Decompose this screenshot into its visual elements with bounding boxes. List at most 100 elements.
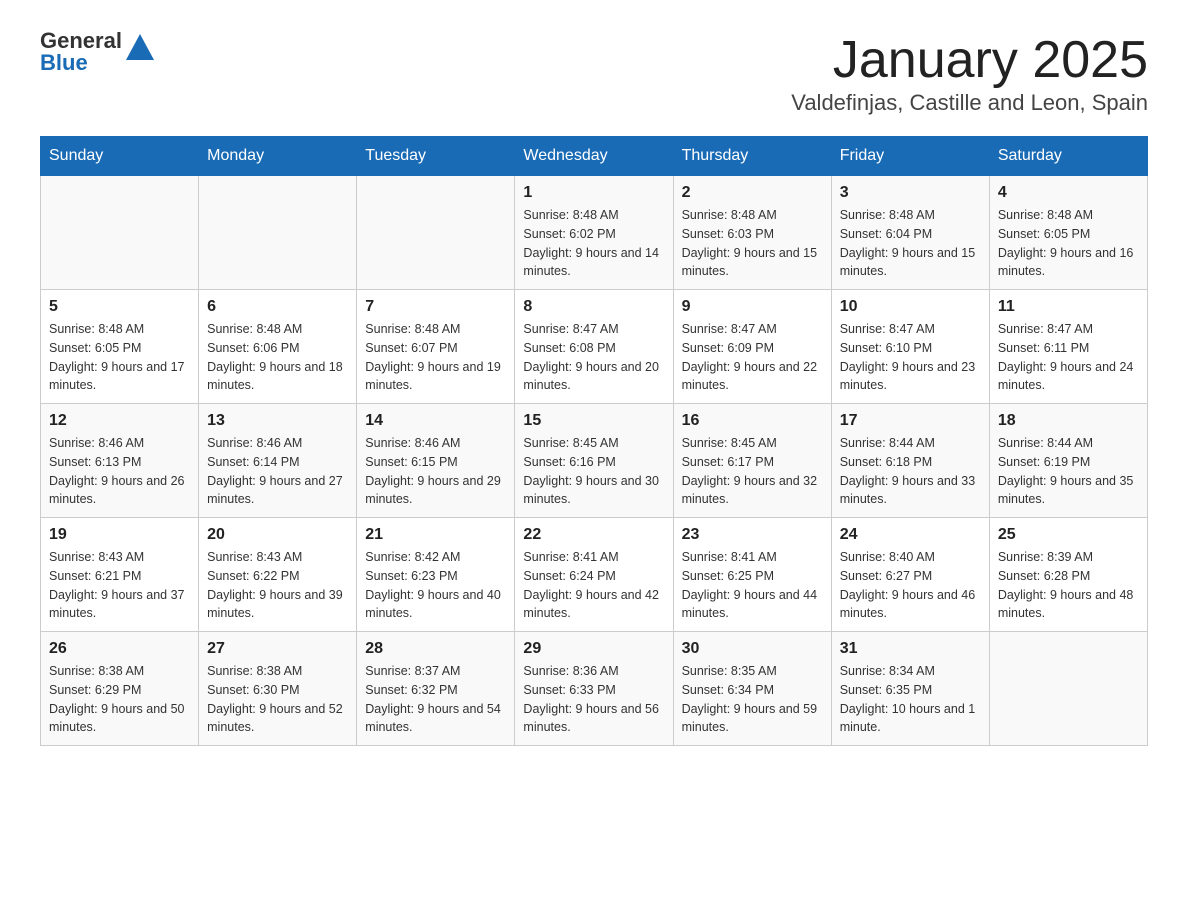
calendar-day-cell: 23 Sunrise: 8:41 AM Sunset: 6:25 PM Dayli… [673, 518, 831, 632]
day-info: Sunrise: 8:43 AM Sunset: 6:21 PM Dayligh… [49, 548, 190, 623]
calendar-week-row: 19 Sunrise: 8:43 AM Sunset: 6:21 PM Dayli… [41, 518, 1148, 632]
calendar-week-row: 12 Sunrise: 8:46 AM Sunset: 6:13 PM Dayli… [41, 404, 1148, 518]
day-number: 8 [523, 298, 664, 316]
day-info: Sunrise: 8:48 AM Sunset: 6:05 PM Dayligh… [998, 206, 1139, 281]
day-number: 2 [682, 184, 823, 202]
day-number: 7 [365, 298, 506, 316]
day-info: Sunrise: 8:39 AM Sunset: 6:28 PM Dayligh… [998, 548, 1139, 623]
page-title: January 2025 [791, 30, 1148, 90]
day-info: Sunrise: 8:43 AM Sunset: 6:22 PM Dayligh… [207, 548, 348, 623]
day-info: Sunrise: 8:34 AM Sunset: 6:35 PM Dayligh… [840, 662, 981, 737]
page-subtitle: Valdefinjas, Castille and Leon, Spain [791, 90, 1148, 116]
calendar-day-cell [41, 176, 199, 290]
day-number: 17 [840, 412, 981, 430]
day-number: 6 [207, 298, 348, 316]
day-number: 23 [682, 526, 823, 544]
calendar-day-cell: 7 Sunrise: 8:48 AM Sunset: 6:07 PM Daylig… [357, 290, 515, 404]
day-info: Sunrise: 8:48 AM Sunset: 6:06 PM Dayligh… [207, 320, 348, 395]
calendar-day-cell: 18 Sunrise: 8:44 AM Sunset: 6:19 PM Dayli… [989, 404, 1147, 518]
calendar-day-header: Wednesday [515, 137, 673, 176]
day-info: Sunrise: 8:42 AM Sunset: 6:23 PM Dayligh… [365, 548, 506, 623]
calendar-day-cell: 6 Sunrise: 8:48 AM Sunset: 6:06 PM Daylig… [199, 290, 357, 404]
calendar-day-cell: 22Sunrise: 8:41 AM Sunset: 6:24 PM Dayli… [515, 518, 673, 632]
day-number: 15 [523, 412, 664, 430]
day-info: Sunrise: 8:48 AM Sunset: 6:05 PM Dayligh… [49, 320, 190, 395]
day-info: Sunrise: 8:47 AM Sunset: 6:09 PM Dayligh… [682, 320, 823, 395]
calendar-day-cell: 24Sunrise: 8:40 AM Sunset: 6:27 PM Dayli… [831, 518, 989, 632]
day-info: Sunrise: 8:47 AM Sunset: 6:08 PM Dayligh… [523, 320, 664, 395]
calendar-day-cell: 4 Sunrise: 8:48 AM Sunset: 6:05 PM Daylig… [989, 176, 1147, 290]
day-number: 13 [207, 412, 348, 430]
day-info: Sunrise: 8:48 AM Sunset: 6:02 PM Dayligh… [523, 206, 664, 281]
calendar-day-cell: 2Sunrise: 8:48 AM Sunset: 6:03 PM Daylig… [673, 176, 831, 290]
day-info: Sunrise: 8:47 AM Sunset: 6:10 PM Dayligh… [840, 320, 981, 395]
day-number: 14 [365, 412, 506, 430]
day-number: 10 [840, 298, 981, 316]
day-info: Sunrise: 8:37 AM Sunset: 6:32 PM Dayligh… [365, 662, 506, 737]
day-info: Sunrise: 8:44 AM Sunset: 6:18 PM Dayligh… [840, 434, 981, 509]
day-number: 31 [840, 640, 981, 658]
day-number: 3 [840, 184, 981, 202]
day-info: Sunrise: 8:46 AM Sunset: 6:14 PM Dayligh… [207, 434, 348, 509]
calendar-week-row: 26Sunrise: 8:38 AM Sunset: 6:29 PM Dayli… [41, 632, 1148, 746]
day-info: Sunrise: 8:38 AM Sunset: 6:30 PM Dayligh… [207, 662, 348, 737]
logo-text: General Blue [40, 30, 122, 74]
day-number: 27 [207, 640, 348, 658]
day-number: 4 [998, 184, 1139, 202]
calendar-day-cell: 3 Sunrise: 8:48 AM Sunset: 6:04 PM Daylig… [831, 176, 989, 290]
calendar-day-cell: 28Sunrise: 8:37 AM Sunset: 6:32 PM Dayli… [357, 632, 515, 746]
calendar-day-header: Thursday [673, 137, 831, 176]
calendar-day-cell [989, 632, 1147, 746]
calendar-day-cell [357, 176, 515, 290]
day-info: Sunrise: 8:45 AM Sunset: 6:17 PM Dayligh… [682, 434, 823, 509]
calendar-day-cell: 12 Sunrise: 8:46 AM Sunset: 6:13 PM Dayli… [41, 404, 199, 518]
calendar-day-cell: 20Sunrise: 8:43 AM Sunset: 6:22 PM Dayli… [199, 518, 357, 632]
day-number: 30 [682, 640, 823, 658]
calendar-day-cell: 27 Sunrise: 8:38 AM Sunset: 6:30 PM Dayli… [199, 632, 357, 746]
calendar-day-cell: 25Sunrise: 8:39 AM Sunset: 6:28 PM Dayli… [989, 518, 1147, 632]
logo-triangle-icon [126, 34, 154, 65]
day-number: 19 [49, 526, 190, 544]
logo-general: General [40, 30, 122, 52]
day-info: Sunrise: 8:48 AM Sunset: 6:07 PM Dayligh… [365, 320, 506, 395]
calendar-day-cell [199, 176, 357, 290]
calendar-day-cell: 15 Sunrise: 8:45 AM Sunset: 6:16 PM Dayli… [515, 404, 673, 518]
day-number: 5 [49, 298, 190, 316]
calendar-day-cell: 5 Sunrise: 8:48 AM Sunset: 6:05 PM Daylig… [41, 290, 199, 404]
day-info: Sunrise: 8:48 AM Sunset: 6:04 PM Dayligh… [840, 206, 981, 281]
day-info: Sunrise: 8:35 AM Sunset: 6:34 PM Dayligh… [682, 662, 823, 737]
calendar-day-cell: 19 Sunrise: 8:43 AM Sunset: 6:21 PM Dayli… [41, 518, 199, 632]
calendar-day-cell: 9 Sunrise: 8:47 AM Sunset: 6:09 PM Daylig… [673, 290, 831, 404]
day-number: 11 [998, 298, 1139, 316]
day-info: Sunrise: 8:45 AM Sunset: 6:16 PM Dayligh… [523, 434, 664, 509]
day-info: Sunrise: 8:38 AM Sunset: 6:29 PM Dayligh… [49, 662, 190, 737]
calendar-day-cell: 8 Sunrise: 8:47 AM Sunset: 6:08 PM Daylig… [515, 290, 673, 404]
day-number: 1 [523, 184, 664, 202]
calendar-day-header: Sunday [41, 137, 199, 176]
day-number: 21 [365, 526, 506, 544]
calendar-header-row: SundayMondayTuesdayWednesdayThursdayFrid… [41, 137, 1148, 176]
title-block: January 2025 Valdefinjas, Castille and L… [791, 30, 1148, 116]
calendar-day-cell: 21 Sunrise: 8:42 AM Sunset: 6:23 PM Dayli… [357, 518, 515, 632]
day-info: Sunrise: 8:46 AM Sunset: 6:15 PM Dayligh… [365, 434, 506, 509]
day-info: Sunrise: 8:41 AM Sunset: 6:24 PM Dayligh… [523, 548, 664, 623]
calendar-day-cell: 31 Sunrise: 8:34 AM Sunset: 6:35 PM Dayli… [831, 632, 989, 746]
day-info: Sunrise: 8:44 AM Sunset: 6:19 PM Dayligh… [998, 434, 1139, 509]
day-number: 16 [682, 412, 823, 430]
calendar-day-header: Friday [831, 137, 989, 176]
calendar-day-header: Saturday [989, 137, 1147, 176]
day-info: Sunrise: 8:41 AM Sunset: 6:25 PM Dayligh… [682, 548, 823, 623]
calendar-day-cell: 16 Sunrise: 8:45 AM Sunset: 6:17 PM Dayli… [673, 404, 831, 518]
day-info: Sunrise: 8:46 AM Sunset: 6:13 PM Dayligh… [49, 434, 190, 509]
calendar-day-cell: 17 Sunrise: 8:44 AM Sunset: 6:18 PM Dayli… [831, 404, 989, 518]
day-number: 29 [523, 640, 664, 658]
logo: General Blue [40, 30, 154, 74]
calendar-day-cell: 30 Sunrise: 8:35 AM Sunset: 6:34 PM Dayli… [673, 632, 831, 746]
calendar-day-header: Tuesday [357, 137, 515, 176]
day-number: 24 [840, 526, 981, 544]
day-number: 18 [998, 412, 1139, 430]
day-number: 9 [682, 298, 823, 316]
calendar-day-cell: 1 Sunrise: 8:48 AM Sunset: 6:02 PM Daylig… [515, 176, 673, 290]
day-number: 12 [49, 412, 190, 430]
calendar-day-cell: 10 Sunrise: 8:47 AM Sunset: 6:10 PM Dayli… [831, 290, 989, 404]
